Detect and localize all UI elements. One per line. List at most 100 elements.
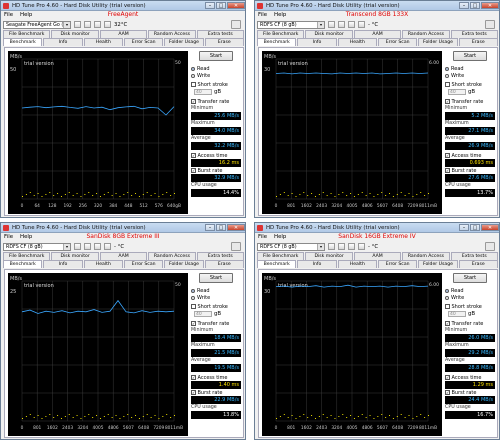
maximize-button[interactable]: □ <box>470 1 480 9</box>
tab-erase[interactable]: Erase <box>204 38 244 46</box>
start-button[interactable]: Start <box>199 51 233 61</box>
tab-health[interactable]: Health <box>337 260 377 268</box>
minimize-button[interactable]: – <box>205 1 215 9</box>
access-time-checkbox[interactable]: ✓ Access time <box>191 374 241 381</box>
exit-button[interactable] <box>485 242 495 251</box>
short-stroke-checkbox[interactable]: Short stroke <box>445 81 495 88</box>
tab-error-scan[interactable]: Error Scan <box>377 38 418 46</box>
read-radio[interactable]: Read <box>445 65 495 72</box>
start-button[interactable]: Start <box>199 273 233 283</box>
transfer-rate-checkbox[interactable]: ✓ Transfer rate <box>191 98 241 105</box>
copy-icon[interactable] <box>328 21 335 28</box>
burst-rate-checkbox[interactable]: ✓ Burst rate <box>445 167 495 174</box>
short-stroke-checkbox[interactable]: Short stroke <box>191 81 241 88</box>
short-stroke-checkbox[interactable]: Short stroke <box>191 303 241 310</box>
drive-select[interactable]: RDFS CF (8 gB) ▾ <box>3 242 71 251</box>
tab-aam[interactable]: AAM <box>99 252 148 260</box>
read-radio[interactable]: Read <box>445 287 495 294</box>
tab-benchmark[interactable]: Benchmark <box>257 260 297 268</box>
minimize-button[interactable]: – <box>459 223 469 231</box>
tab-disk-monitor[interactable]: Disk monitor <box>51 252 99 260</box>
maximize-button[interactable]: □ <box>216 1 226 9</box>
minimize-button[interactable]: – <box>459 1 469 9</box>
write-radio[interactable]: Write <box>191 294 241 301</box>
camera-icon[interactable] <box>104 243 111 250</box>
transfer-rate-checkbox[interactable]: ✓ Transfer rate <box>445 98 495 105</box>
tab-aam[interactable]: AAM <box>353 30 402 38</box>
tab-file-benchmark[interactable]: File Benchmark <box>257 30 305 38</box>
tab-aam[interactable]: AAM <box>353 252 402 260</box>
tab-disk-monitor[interactable]: Disk monitor <box>305 252 353 260</box>
close-button[interactable]: ✕ <box>227 1 245 9</box>
maximize-button[interactable]: □ <box>470 223 480 231</box>
close-button[interactable]: ✕ <box>481 1 499 9</box>
tab-extra-tests[interactable]: Extra tests <box>196 252 245 260</box>
copy-icon[interactable] <box>74 21 81 28</box>
tab-random-access[interactable]: Random Access <box>402 30 450 38</box>
stroke-size-input[interactable]: 40 <box>448 311 466 317</box>
tab-benchmark[interactable]: Benchmark <box>3 260 43 268</box>
tab-disk-monitor[interactable]: Disk monitor <box>305 30 353 38</box>
camera-icon[interactable] <box>358 21 365 28</box>
save-icon[interactable] <box>338 21 345 28</box>
tab-health[interactable]: Health <box>337 38 377 46</box>
tab-random-access[interactable]: Random Access <box>148 30 196 38</box>
drive-select[interactable]: RDFS CF (8 gB) ▾ <box>257 242 325 251</box>
tab-extra-tests[interactable]: Extra tests <box>450 252 499 260</box>
burst-rate-checkbox[interactable]: ✓ Burst rate <box>445 389 495 396</box>
short-stroke-checkbox[interactable]: Short stroke <box>445 303 495 310</box>
transfer-rate-checkbox[interactable]: ✓ Transfer rate <box>191 320 241 327</box>
maximize-button[interactable]: □ <box>216 223 226 231</box>
tab-health[interactable]: Health <box>83 38 123 46</box>
tab-file-benchmark[interactable]: File Benchmark <box>3 30 51 38</box>
stroke-size-input[interactable]: 40 <box>448 89 466 95</box>
tab-folder-usage[interactable]: Folder Usage <box>164 38 204 46</box>
write-radio[interactable]: Write <box>445 294 495 301</box>
tab-random-access[interactable]: Random Access <box>402 252 450 260</box>
burst-rate-checkbox[interactable]: ✓ Burst rate <box>191 167 241 174</box>
save-icon[interactable] <box>84 21 91 28</box>
save-icon[interactable] <box>338 243 345 250</box>
tab-error-scan[interactable]: Error Scan <box>123 38 164 46</box>
camera-icon[interactable] <box>358 243 365 250</box>
close-button[interactable]: ✕ <box>481 223 499 231</box>
tab-health[interactable]: Health <box>83 260 123 268</box>
tab-folder-usage[interactable]: Folder Usage <box>418 38 458 46</box>
stroke-size-input[interactable]: 40 <box>194 89 212 95</box>
drive-select[interactable]: Seagate FreeAgent Go (640 gB) ▾ <box>3 20 71 29</box>
tab-folder-usage[interactable]: Folder Usage <box>164 260 204 268</box>
options-icon[interactable] <box>348 243 355 250</box>
tab-disk-monitor[interactable]: Disk monitor <box>51 30 99 38</box>
tab-aam[interactable]: AAM <box>99 30 148 38</box>
tab-file-benchmark[interactable]: File Benchmark <box>257 252 305 260</box>
exit-button[interactable] <box>485 20 495 29</box>
tab-folder-usage[interactable]: Folder Usage <box>418 260 458 268</box>
access-time-checkbox[interactable]: ✓ Access time <box>445 152 495 159</box>
start-button[interactable]: Start <box>453 273 487 283</box>
access-time-checkbox[interactable]: ✓ Access time <box>445 374 495 381</box>
read-radio[interactable]: Read <box>191 65 241 72</box>
transfer-rate-checkbox[interactable]: ✓ Transfer rate <box>445 320 495 327</box>
write-radio[interactable]: Write <box>445 72 495 79</box>
options-icon[interactable] <box>94 243 101 250</box>
tab-info[interactable]: Info <box>297 38 337 46</box>
tab-file-benchmark[interactable]: File Benchmark <box>3 252 51 260</box>
exit-button[interactable] <box>231 20 241 29</box>
write-radio[interactable]: Write <box>191 72 241 79</box>
exit-button[interactable] <box>231 242 241 251</box>
tab-error-scan[interactable]: Error Scan <box>123 260 164 268</box>
camera-icon[interactable] <box>104 21 111 28</box>
save-icon[interactable] <box>84 243 91 250</box>
tab-info[interactable]: Info <box>297 260 337 268</box>
tab-info[interactable]: Info <box>43 260 83 268</box>
close-button[interactable]: ✕ <box>227 223 245 231</box>
tab-erase[interactable]: Erase <box>458 38 498 46</box>
tab-extra-tests[interactable]: Extra tests <box>450 30 499 38</box>
copy-icon[interactable] <box>74 243 81 250</box>
stroke-size-input[interactable]: 40 <box>194 311 212 317</box>
access-time-checkbox[interactable]: ✓ Access time <box>191 152 241 159</box>
tab-extra-tests[interactable]: Extra tests <box>196 30 245 38</box>
read-radio[interactable]: Read <box>191 287 241 294</box>
copy-icon[interactable] <box>328 243 335 250</box>
tab-error-scan[interactable]: Error Scan <box>377 260 418 268</box>
